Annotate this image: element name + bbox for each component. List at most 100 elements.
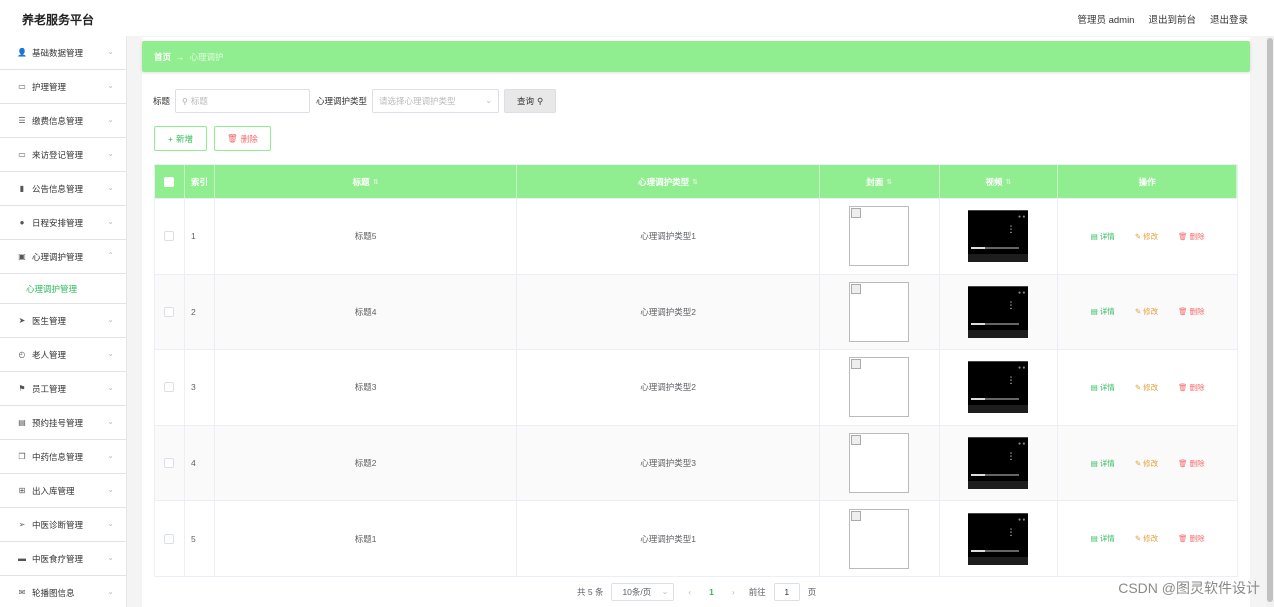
list-icon: ☰: [18, 116, 26, 125]
query-button[interactable]: 查询 ⚲: [504, 89, 557, 113]
breadcrumb-home[interactable]: 首页: [154, 51, 171, 63]
header-checkbox-cell: [155, 165, 185, 198]
row-checkbox[interactable]: [164, 458, 175, 469]
row-index: 5: [185, 501, 215, 576]
document-icon: ▤: [1090, 307, 1098, 317]
video-player[interactable]: ● ● ⋮: [968, 210, 1029, 263]
edit-button[interactable]: ✎ 修改: [1135, 458, 1158, 469]
sidebar-item[interactable]: ▭ 来访登记管理 ⌄: [0, 138, 126, 172]
more-vertical-icon[interactable]: ⋮: [1006, 225, 1015, 234]
sidebar-item[interactable]: ◴ 老人管理 ⌄: [0, 338, 126, 372]
sidebar-item[interactable]: ▤ 预约挂号管理 ⌄: [0, 406, 126, 440]
submenu-item-active[interactable]: 心理调护管理: [0, 274, 126, 304]
logout-link[interactable]: 退出登录: [1210, 12, 1248, 26]
chevron-down-icon: ⌄: [107, 217, 114, 226]
video-player[interactable]: ● ● ⋮: [968, 437, 1029, 490]
detail-button[interactable]: ▤ 详情: [1091, 231, 1115, 242]
goto-label: 前往: [748, 587, 766, 597]
page-number-current[interactable]: 1: [705, 587, 718, 597]
sidebar-item[interactable]: ● 日程安排管理 ⌄: [0, 206, 126, 240]
row-checkbox[interactable]: [164, 382, 175, 393]
title-search-field[interactable]: ⚲: [175, 89, 311, 113]
scrollbar-thumb[interactable]: [1267, 38, 1273, 602]
broken-image-icon: [849, 508, 910, 569]
edit-button-label: 修改: [1143, 307, 1159, 317]
next-page-icon[interactable]: ›: [726, 587, 741, 597]
trash-icon: 🗑: [1178, 231, 1188, 241]
row-checkbox[interactable]: [164, 533, 175, 544]
prev-page-icon[interactable]: ‹: [682, 587, 697, 597]
sidebar-item[interactable]: ⚑ 员工管理 ⌄: [0, 372, 126, 406]
more-vertical-icon[interactable]: ⋮: [1006, 376, 1015, 385]
video-progress-fill: [971, 247, 986, 250]
row-checkbox-cell: [155, 425, 185, 501]
sidebar-item[interactable]: ▬ 中医食疗管理 ⌄: [0, 542, 126, 576]
more-vertical-icon[interactable]: ⋮: [1006, 452, 1015, 461]
edit-icon: ✎: [1134, 534, 1142, 544]
video-player[interactable]: ● ● ⋮: [968, 512, 1029, 565]
sidebar-item-label: 公告信息管理: [32, 183, 84, 194]
sidebar-item[interactable]: ➤ 医生管理 ⌄: [0, 304, 126, 338]
search-icon: ⚲: [182, 96, 188, 106]
add-button[interactable]: + 新增: [154, 126, 207, 151]
delete-button[interactable]: 🗑 删除: [1178, 458, 1205, 469]
select-all-checkbox[interactable]: [164, 176, 175, 187]
video-player[interactable]: ● ● ⋮: [968, 361, 1029, 414]
row-checkbox[interactable]: [164, 306, 175, 317]
detail-button[interactable]: ▤ 详情: [1091, 533, 1115, 544]
search-icon: ⚲: [537, 95, 544, 106]
chevron-down-icon: ⌄: [107, 315, 114, 324]
sidebar-item[interactable]: ⊞ 出入库管理 ⌄: [0, 474, 126, 508]
edit-button[interactable]: ✎ 修改: [1135, 306, 1158, 317]
edit-button[interactable]: ✎ 修改: [1135, 231, 1158, 242]
video-progress-fill: [971, 474, 986, 477]
page-scrollbar[interactable]: [1266, 36, 1274, 607]
more-vertical-icon[interactable]: ⋮: [1006, 300, 1015, 310]
row-ops-cell: ▤ 详情 ✎ 修改 🗑 删除: [1058, 199, 1237, 274]
delete-button[interactable]: 🗑 删除: [1178, 533, 1205, 544]
header-cover[interactable]: 封面 ⇅: [820, 165, 940, 198]
sidebar-item[interactable]: ❐ 中药信息管理 ⌄: [0, 440, 126, 474]
broken-image-icon: [849, 433, 910, 494]
sidebar-item[interactable]: ▮ 公告信息管理 ⌄: [0, 172, 126, 206]
header-index: 索引: [185, 165, 215, 198]
type-select-input[interactable]: [379, 96, 499, 106]
film-icon: ▬: [18, 554, 26, 563]
sidebar-item[interactable]: 👤 基础数据管理 ⌄: [0, 36, 126, 70]
clock-icon: ◴: [18, 350, 26, 359]
chevron-up-icon: ⌃: [107, 251, 114, 260]
table-row: 1 标题5 心理调护类型1 ● ● ⋮ ▤ 详情 ✎ 修改 🗑 删除: [155, 198, 1237, 274]
clipboard-icon: ▣: [18, 252, 26, 261]
detail-button-label: 详情: [1099, 307, 1115, 317]
delete-button[interactable]: 🗑 删除: [1178, 306, 1205, 317]
batch-delete-button[interactable]: 🗑 删除: [213, 126, 271, 151]
edit-button[interactable]: ✎ 修改: [1135, 533, 1158, 544]
row-video-cell: ● ● ⋮: [940, 350, 1059, 425]
row-cover-cell: [820, 425, 940, 501]
page-size-select[interactable]: 10条/页 ⌄: [611, 583, 675, 601]
detail-button[interactable]: ▤ 详情: [1091, 458, 1115, 469]
plus-icon: +: [168, 133, 173, 144]
header-title[interactable]: 标题 ⇅: [215, 165, 518, 198]
title-search-input[interactable]: [190, 96, 310, 106]
sidebar-item[interactable]: ▭ 护理管理 ⌄: [0, 70, 126, 104]
header-type[interactable]: 心理调护类型 ⇅: [517, 165, 820, 198]
back-to-front-link[interactable]: 退出到前台: [1148, 12, 1196, 26]
edit-button[interactable]: ✎ 修改: [1135, 382, 1158, 393]
sidebar-item[interactable]: ☰ 缴费信息管理 ⌄: [0, 104, 126, 138]
detail-button[interactable]: ▤ 详情: [1091, 306, 1115, 317]
delete-button[interactable]: 🗑 删除: [1178, 231, 1205, 242]
type-select[interactable]: ⌄: [372, 89, 500, 113]
row-checkbox[interactable]: [164, 231, 175, 242]
grid-icon: ⊞: [18, 486, 26, 495]
sidebar-item[interactable]: ✉ 轮播图信息 ⌄: [0, 576, 126, 607]
goto-page-input[interactable]: [773, 583, 800, 601]
more-vertical-icon[interactable]: ⋮: [1006, 527, 1015, 537]
delete-button[interactable]: 🗑 删除: [1178, 382, 1205, 393]
sidebar-item[interactable]: ➢ 中医诊断管理 ⌄: [0, 508, 126, 542]
sidebar-item-label: 来访登记管理: [32, 149, 84, 160]
sidebar-item[interactable]: ▣ 心理调护管理 ⌃: [0, 240, 126, 274]
detail-button[interactable]: ▤ 详情: [1091, 382, 1115, 393]
header-video[interactable]: 视频 ⇅: [940, 165, 1059, 198]
video-player[interactable]: ● ● ⋮: [968, 285, 1029, 338]
